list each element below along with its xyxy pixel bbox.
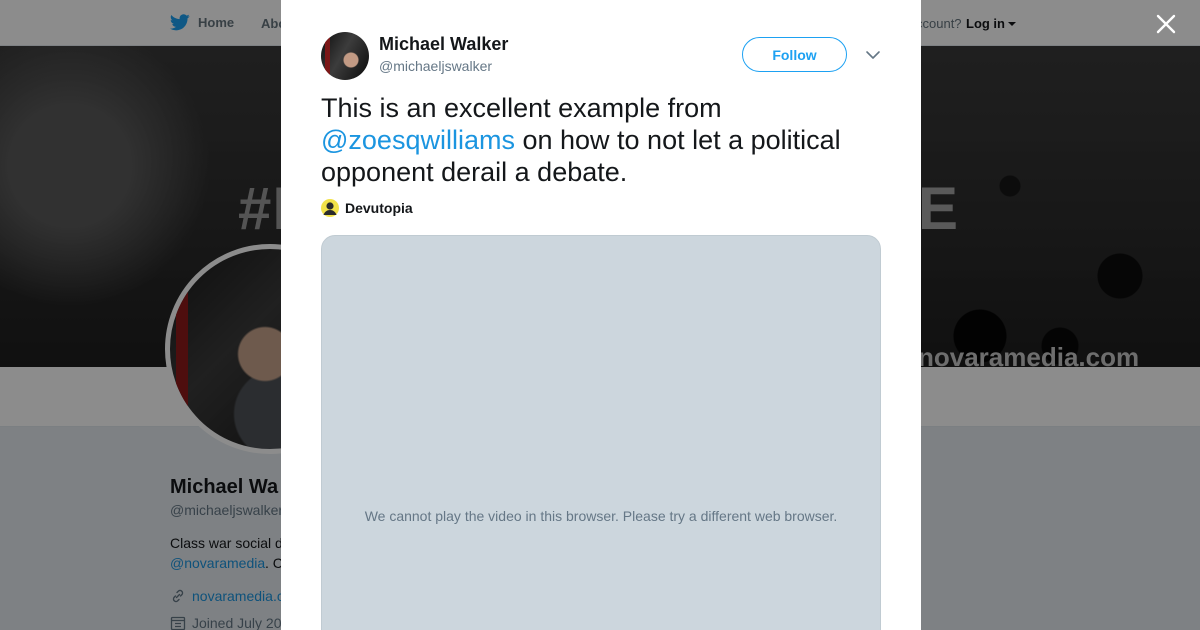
source-avatar-icon [321, 199, 339, 217]
tweet-mention-link[interactable]: @zoesqwilliams [321, 125, 515, 155]
chevron-down-icon [866, 51, 880, 59]
tweet-author-avatar[interactable] [321, 32, 369, 80]
tweet-text: This is an excellent example from @zoesq… [321, 92, 881, 188]
tweet-author-name[interactable]: Michael Walker [379, 34, 508, 55]
tweet-text-before: This is an excellent example from [321, 93, 722, 123]
avatar-detail [325, 36, 330, 76]
video-player[interactable]: We cannot play the video in this browser… [321, 235, 881, 630]
tweet-menu-button[interactable] [865, 48, 881, 60]
tweet-source[interactable]: Devutopia [321, 199, 413, 217]
tweet-author-handle[interactable]: @michaeljswalker [379, 58, 492, 74]
close-button[interactable] [1152, 10, 1180, 38]
tweet-modal: Michael Walker @michaeljswalker Follow T… [281, 0, 921, 630]
tweet-source-label: Devutopia [345, 200, 413, 216]
follow-button[interactable]: Follow [742, 37, 847, 72]
video-error-message: We cannot play the video in this browser… [364, 508, 838, 524]
close-icon [1156, 14, 1176, 34]
